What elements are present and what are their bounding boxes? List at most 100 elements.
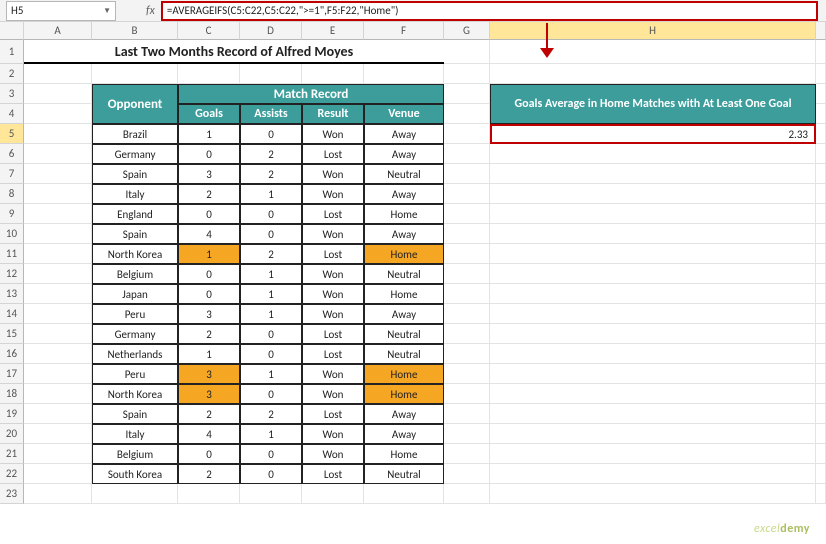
td-venue[interactable]: Home (364, 384, 444, 404)
td-result[interactable]: Lost (302, 324, 364, 344)
row-header[interactable]: 12 (0, 264, 24, 284)
cell[interactable] (24, 64, 92, 84)
td-opponent[interactable]: Spain (92, 224, 178, 244)
td-venue[interactable]: Neutral (364, 164, 444, 184)
cell[interactable] (24, 384, 92, 404)
td-result[interactable]: Won (302, 444, 364, 464)
td-venue[interactable]: Home (364, 204, 444, 224)
cell[interactable] (816, 404, 826, 424)
td-venue[interactable]: Away (364, 404, 444, 424)
td-goals[interactable]: 2 (178, 404, 240, 424)
cell[interactable] (490, 164, 816, 184)
cell[interactable] (490, 304, 816, 324)
cell[interactable] (490, 224, 816, 244)
row-header[interactable]: 7 (0, 164, 24, 184)
td-assists[interactable]: 1 (240, 284, 302, 304)
td-opponent[interactable]: Germany (92, 324, 178, 344)
td-opponent[interactable]: Peru (92, 304, 178, 324)
cell[interactable] (444, 444, 490, 464)
td-goals[interactable]: 0 (178, 264, 240, 284)
cell[interactable] (240, 484, 302, 504)
row-header[interactable]: 2 (0, 64, 24, 84)
td-opponent[interactable]: Peru (92, 364, 178, 384)
cell[interactable] (444, 424, 490, 444)
row-header[interactable]: 13 (0, 284, 24, 304)
td-assists[interactable]: 0 (240, 384, 302, 404)
cell[interactable] (24, 324, 92, 344)
td-opponent[interactable]: Spain (92, 404, 178, 424)
cell[interactable] (24, 484, 92, 504)
row-header[interactable]: 22 (0, 464, 24, 484)
column-header[interactable]: B (92, 22, 178, 40)
cell[interactable] (24, 224, 92, 244)
cell[interactable] (24, 184, 92, 204)
td-opponent[interactable]: Japan (92, 284, 178, 304)
cell[interactable] (490, 384, 816, 404)
td-venue[interactable]: Home (364, 284, 444, 304)
column-header[interactable]: F (364, 22, 444, 40)
cell[interactable] (816, 264, 826, 284)
td-result[interactable]: Won (302, 364, 364, 384)
cell[interactable] (364, 64, 444, 84)
cell[interactable] (816, 184, 826, 204)
cell[interactable] (302, 64, 364, 84)
cell[interactable] (444, 84, 490, 104)
td-assists[interactable]: 1 (240, 184, 302, 204)
cell[interactable] (816, 364, 826, 384)
td-assists[interactable]: 2 (240, 144, 302, 164)
cell[interactable] (816, 164, 826, 184)
cell[interactable] (24, 144, 92, 164)
row-header[interactable]: 21 (0, 444, 24, 464)
td-goals[interactable]: 1 (178, 344, 240, 364)
td-opponent[interactable]: Italy (92, 184, 178, 204)
td-result[interactable]: Won (302, 264, 364, 284)
td-opponent[interactable]: Germany (92, 144, 178, 164)
cell[interactable] (490, 424, 816, 444)
cell[interactable] (816, 344, 826, 364)
td-venue[interactable]: Away (364, 424, 444, 444)
td-result[interactable]: Lost (302, 204, 364, 224)
cell[interactable] (444, 40, 490, 64)
cell[interactable] (444, 244, 490, 264)
td-opponent[interactable]: Italy (92, 424, 178, 444)
td-goals[interactable]: 2 (178, 184, 240, 204)
cell[interactable] (444, 484, 490, 504)
cell[interactable] (490, 184, 816, 204)
td-result[interactable]: Won (302, 224, 364, 244)
td-opponent[interactable]: Belgium (92, 444, 178, 464)
td-result[interactable]: Won (302, 124, 364, 144)
cell[interactable] (24, 124, 92, 144)
td-result[interactable]: Won (302, 164, 364, 184)
cell[interactable] (444, 224, 490, 244)
cell[interactable] (24, 304, 92, 324)
cell[interactable] (816, 244, 826, 264)
td-venue[interactable]: Away (364, 184, 444, 204)
cell[interactable] (816, 464, 826, 484)
td-venue[interactable]: Away (364, 304, 444, 324)
td-assists[interactable]: 0 (240, 204, 302, 224)
cell[interactable] (816, 284, 826, 304)
row-header[interactable]: 11 (0, 244, 24, 264)
name-box[interactable]: H5 ▼ (6, 1, 116, 21)
td-goals[interactable]: 2 (178, 464, 240, 484)
td-result[interactable]: Lost (302, 464, 364, 484)
row-header[interactable]: 18 (0, 384, 24, 404)
cell[interactable] (24, 204, 92, 224)
td-venue[interactable]: Neutral (364, 344, 444, 364)
row-header[interactable]: 4 (0, 104, 24, 124)
result-cell[interactable]: 2.33 (490, 124, 816, 144)
td-assists[interactable]: 0 (240, 464, 302, 484)
cell[interactable] (24, 364, 92, 384)
formula-bar[interactable]: =AVERAGEIFS(C5:C22,C5:C22,">=1",F5:F22,"… (161, 1, 818, 21)
row-header[interactable]: 19 (0, 404, 24, 424)
column-header[interactable]: G (444, 22, 490, 40)
column-header[interactable]: C (178, 22, 240, 40)
cell[interactable] (444, 124, 490, 144)
row-header[interactable]: 17 (0, 364, 24, 384)
cell[interactable] (490, 64, 816, 84)
row-header[interactable]: 1 (0, 40, 24, 64)
td-venue[interactable]: Neutral (364, 264, 444, 284)
cell[interactable] (816, 384, 826, 404)
td-venue[interactable]: Away (364, 144, 444, 164)
td-assists[interactable]: 2 (240, 404, 302, 424)
